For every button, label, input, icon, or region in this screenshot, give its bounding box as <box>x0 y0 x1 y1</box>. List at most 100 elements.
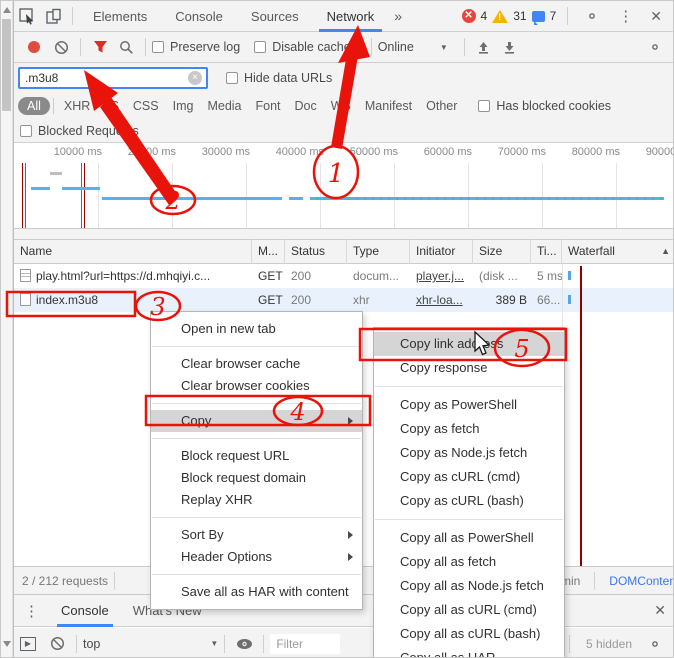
menu-save-all-as-har[interactable]: Save all as HAR with content <box>151 581 362 603</box>
divider <box>145 38 146 56</box>
submenu-copy-all-as-har[interactable]: Copy all as HAR <box>374 646 564 658</box>
menu-clear-browser-cache[interactable]: Clear browser cache <box>151 353 362 375</box>
col-status[interactable]: Status <box>285 239 347 264</box>
filter-funnel-icon[interactable] <box>87 34 113 60</box>
submenu-copy-response[interactable]: Copy response <box>374 356 564 380</box>
message-icon[interactable] <box>532 11 545 22</box>
import-har-icon[interactable] <box>471 34 497 60</box>
scrollbar-thumb[interactable] <box>2 19 11 111</box>
timeline-tick: 30000 ms <box>190 146 250 158</box>
chip-doc[interactable]: Doc <box>288 97 324 115</box>
menu-copy[interactable]: Copy <box>151 410 362 432</box>
menu-block-request-url[interactable]: Block request URL <box>151 445 362 467</box>
col-initiator[interactable]: Initiator <box>410 239 473 264</box>
waterfall-bar <box>568 295 571 304</box>
inspect-element-icon[interactable] <box>14 3 40 29</box>
chip-other[interactable]: Other <box>419 97 464 115</box>
network-settings-gear-icon[interactable] <box>642 34 668 60</box>
hide-data-urls-checkbox[interactable] <box>226 72 238 84</box>
menu-separator <box>152 438 361 439</box>
execution-context-dropdown[interactable]: top ▼ <box>83 637 218 651</box>
submenu-copy-all-as-powershell[interactable]: Copy all as PowerShell <box>374 526 564 550</box>
chip-all[interactable]: All <box>18 97 50 115</box>
col-name[interactable]: Name <box>14 239 252 264</box>
tab-sources[interactable]: Sources <box>237 1 313 32</box>
menu-sort-by[interactable]: Sort By <box>151 524 362 546</box>
export-har-icon[interactable] <box>497 34 523 60</box>
timeline-footer <box>14 229 674 239</box>
console-sidebar-icon[interactable]: ▶ <box>20 637 36 651</box>
hidden-count: 5 hidden <box>586 637 632 651</box>
submenu-copy-all-as-curl-cmd[interactable]: Copy all as cURL (cmd) <box>374 598 564 622</box>
col-waterfall[interactable]: Waterfall ▲ <box>562 239 674 264</box>
search-icon[interactable] <box>113 34 139 60</box>
disable-cache-checkbox[interactable] <box>254 41 266 53</box>
submenu-copy-all-as-fetch[interactable]: Copy all as fetch <box>374 550 564 574</box>
page-scrollbar[interactable] <box>1 1 13 658</box>
error-icon[interactable]: ✕ <box>462 9 476 23</box>
close-drawer-icon[interactable]: ✕ <box>650 602 674 619</box>
menu-kebab-icon[interactable]: ⋮ <box>610 7 641 25</box>
clear-console-icon[interactable] <box>44 631 70 657</box>
submenu-copy-as-powershell[interactable]: Copy as PowerShell <box>374 393 564 417</box>
copy-submenu: Copy link address Copy response Copy as … <box>373 327 565 658</box>
warning-count: 31 <box>513 9 526 23</box>
col-time[interactable]: Ti... <box>531 239 562 264</box>
submenu-copy-link-address[interactable]: Copy link address <box>374 332 564 356</box>
col-method[interactable]: M... <box>252 239 285 264</box>
throttling-dropdown[interactable]: Online ▼ <box>378 40 448 54</box>
timeline-tick: 60000 ms <box>412 146 472 158</box>
blocked-requests-checkbox[interactable] <box>20 125 32 137</box>
col-size[interactable]: Size <box>473 239 531 264</box>
submenu-copy-as-fetch[interactable]: Copy as fetch <box>374 417 564 441</box>
chip-font[interactable]: Font <box>249 97 288 115</box>
warning-icon[interactable]: ! <box>492 10 508 23</box>
chip-img[interactable]: Img <box>166 97 201 115</box>
settings-gear-icon[interactable] <box>579 3 605 29</box>
chip-ws[interactable]: WS <box>324 97 358 115</box>
sort-asc-icon[interactable]: ▲ <box>661 239 674 264</box>
load-event-marker <box>22 163 23 228</box>
chip-css[interactable]: CSS <box>126 97 166 115</box>
menu-block-request-domain[interactable]: Block request domain <box>151 467 362 489</box>
filter-input[interactable]: .m3u8 × <box>18 67 208 89</box>
chip-media[interactable]: Media <box>200 97 248 115</box>
submenu-copy-as-nodejs-fetch[interactable]: Copy as Node.js fetch <box>374 441 564 465</box>
chip-xhr[interactable]: XHR <box>57 97 97 115</box>
drawer-tab-console[interactable]: Console <box>49 594 121 627</box>
submenu-copy-all-as-nodejs-fetch[interactable]: Copy all as Node.js fetch <box>374 574 564 598</box>
blocked-requests-row: Blocked Requests <box>14 119 674 143</box>
menu-open-in-new-tab[interactable]: Open in new tab <box>151 318 362 340</box>
network-overview-timeline[interactable]: 10000 ms 20000 ms 30000 ms 40000 ms 5000… <box>14 143 674 229</box>
clear-filter-icon[interactable]: × <box>188 71 202 85</box>
col-type[interactable]: Type <box>347 239 410 264</box>
console-filter-input[interactable]: Filter <box>270 634 340 654</box>
chip-manifest[interactable]: Manifest <box>358 97 419 115</box>
submenu-copy-all-as-curl-bash[interactable]: Copy all as cURL (bash) <box>374 622 564 646</box>
drawer-kebab-icon[interactable]: ⋮ <box>14 602 49 620</box>
menu-clear-browser-cookies[interactable]: Clear browser cookies <box>151 375 362 397</box>
more-tabs-icon[interactable]: » <box>388 8 408 24</box>
device-toolbar-icon[interactable] <box>40 3 66 29</box>
menu-header-options[interactable]: Header Options <box>151 546 362 568</box>
has-blocked-cookies-label: Has blocked cookies <box>496 99 611 113</box>
close-devtools-icon[interactable]: ✕ <box>646 8 672 25</box>
has-blocked-cookies-checkbox[interactable] <box>478 100 490 112</box>
divider <box>567 7 568 25</box>
preserve-log-checkbox[interactable] <box>152 41 164 53</box>
eye-icon[interactable] <box>231 631 257 657</box>
clear-requests-icon[interactable] <box>48 34 74 60</box>
timeline-tick: 50000 ms <box>338 146 398 158</box>
submenu-copy-as-curl-cmd[interactable]: Copy as cURL (cmd) <box>374 465 564 489</box>
scroll-down-icon[interactable] <box>3 641 11 647</box>
tab-network[interactable]: Network <box>313 1 389 32</box>
menu-replay-xhr[interactable]: Replay XHR <box>151 489 362 511</box>
record-button[interactable] <box>28 41 40 53</box>
tab-console[interactable]: Console <box>161 1 237 32</box>
menu-separator <box>152 403 361 404</box>
scroll-up-icon[interactable] <box>3 7 11 13</box>
console-settings-gear-icon[interactable] <box>642 631 668 657</box>
submenu-copy-as-curl-bash[interactable]: Copy as cURL (bash) <box>374 489 564 513</box>
chip-js[interactable]: JS <box>97 97 126 115</box>
tab-elements[interactable]: Elements <box>79 1 161 32</box>
